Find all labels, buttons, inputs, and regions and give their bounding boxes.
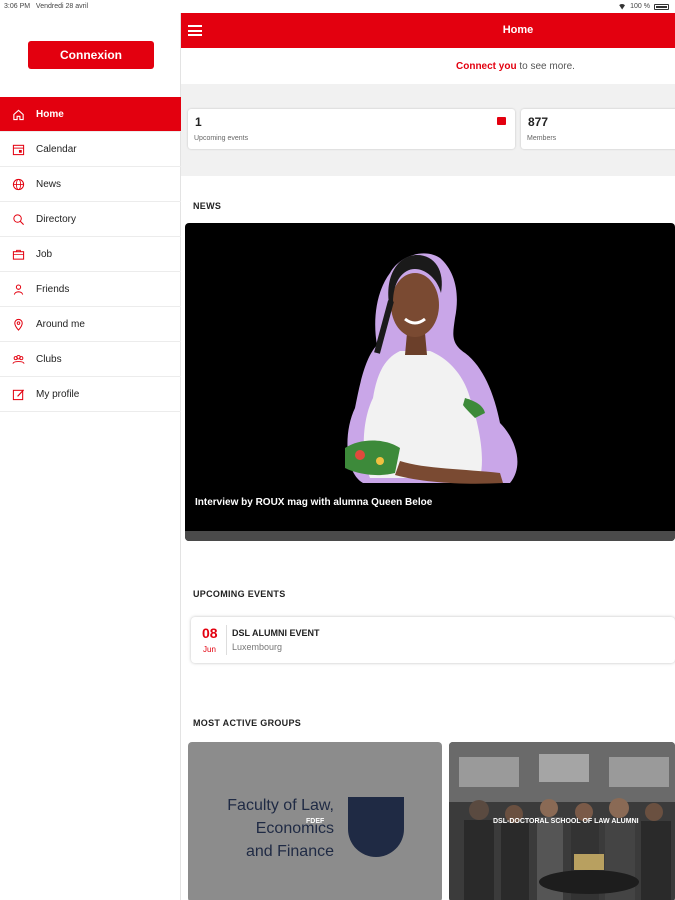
news-card[interactable]: Interview by ROUX mag with alumna Queen …: [185, 223, 675, 541]
news-section-title: NEWS: [193, 201, 222, 211]
group-card-fdef[interactable]: Faculty of Law, Economics and Finance FD…: [188, 742, 442, 900]
page-title: Home: [502, 24, 534, 36]
sidebar-item-label: Around me: [36, 318, 85, 330]
sidebar-item-label: Friends: [36, 283, 70, 295]
sidebar-item-job[interactable]: Job: [0, 237, 181, 272]
stat-value: 1: [195, 115, 202, 129]
top-app-bar: Home: [181, 13, 675, 48]
sidebar-item-label: News: [36, 178, 62, 190]
status-time: 3:06 PM Vendredi 28 avril: [4, 3, 89, 10]
sidebar-item-label: Job: [36, 248, 53, 260]
battery-percent: 100 %: [630, 3, 650, 10]
group-label: DSL-DOCTORAL SCHOOL OF LAW ALUMNI: [493, 818, 639, 825]
main-content: Home Connect you to see more. 1 Upcoming…: [181, 13, 675, 900]
sidebar-item-my-profile[interactable]: My profile: [0, 377, 181, 412]
faculty-logo-text: Faculty of Law, Economics and Finance: [218, 794, 334, 863]
news-photo: [345, 253, 518, 484]
location-pin-icon: [10, 316, 26, 332]
event-month: Jun: [203, 645, 216, 654]
stat-card-members[interactable]: 877 Members: [521, 109, 675, 149]
sidebar-item-around-me[interactable]: Around me: [0, 307, 181, 342]
sidebar-item-label: My profile: [36, 388, 80, 400]
stat-card-upcoming-events[interactable]: 1 Upcoming events: [188, 109, 515, 149]
wifi-icon: [618, 3, 627, 10]
faculty-shield-logo: [348, 797, 404, 857]
sidebar-item-home[interactable]: Home: [0, 97, 181, 132]
news-card-footer: [185, 531, 675, 541]
sidebar-item-news[interactable]: News: [0, 167, 181, 202]
stat-value: 877: [528, 115, 549, 129]
status-bar: 3:06 PM Vendredi 28 avril 100 %: [0, 0, 675, 13]
groups-section-title: MOST ACTIVE GROUPS: [193, 718, 302, 728]
battery-icon: [654, 3, 669, 10]
group-label: FDEF: [306, 818, 325, 825]
search-icon: [10, 211, 26, 227]
stat-label: Members: [527, 135, 557, 142]
news-caption: Interview by ROUX mag with alumna Queen …: [195, 497, 433, 508]
home-icon: [10, 106, 26, 122]
sidebar-item-clubs[interactable]: Clubs: [0, 342, 181, 377]
sidebar-menu: Home Calendar News Directory Job Friends…: [0, 97, 181, 412]
calendar-icon: [497, 117, 506, 125]
event-day: 08: [202, 625, 218, 641]
connect-banner-text: to see more.: [516, 61, 575, 72]
event-name: DSL ALUMNI EVENT: [232, 628, 320, 638]
sidebar-item-label: Home: [36, 108, 64, 120]
group-icon: [10, 351, 26, 367]
globe-icon: [10, 176, 26, 192]
sidebar-item-label: Directory: [36, 213, 77, 225]
calendar-icon: [10, 141, 26, 157]
connect-link[interactable]: Connect you: [456, 61, 517, 72]
logo-line-3: and Finance: [245, 843, 334, 860]
events-section-title: UPCOMING EVENTS: [193, 589, 286, 599]
group-card-dsl-alumni[interactable]: DSL-DOCTORAL SCHOOL OF LAW ALUMNI: [449, 742, 675, 900]
sidebar-item-label: Calendar: [36, 143, 77, 155]
sidebar: Connexion Home Calendar News Directory J…: [0, 13, 181, 900]
stat-label: Upcoming events: [194, 135, 249, 142]
event-divider: [226, 625, 227, 655]
sidebar-item-friends[interactable]: Friends: [0, 272, 181, 307]
connect-banner: Connect you to see more.: [181, 48, 675, 84]
sidebar-item-calendar[interactable]: Calendar: [0, 132, 181, 167]
briefcase-icon: [10, 246, 26, 262]
friends-icon: [10, 281, 26, 297]
status-right: 100 %: [618, 3, 669, 10]
event-place: Luxembourg: [232, 642, 283, 652]
logo-line-1: Faculty of Law,: [227, 797, 334, 814]
event-card[interactable]: 08 Jun DSL ALUMNI EVENT Luxembourg: [191, 617, 675, 663]
sidebar-item-label: Clubs: [36, 353, 62, 365]
edit-profile-icon: [10, 386, 26, 402]
login-button[interactable]: Connexion: [28, 41, 154, 69]
sidebar-item-directory[interactable]: Directory: [0, 202, 181, 237]
